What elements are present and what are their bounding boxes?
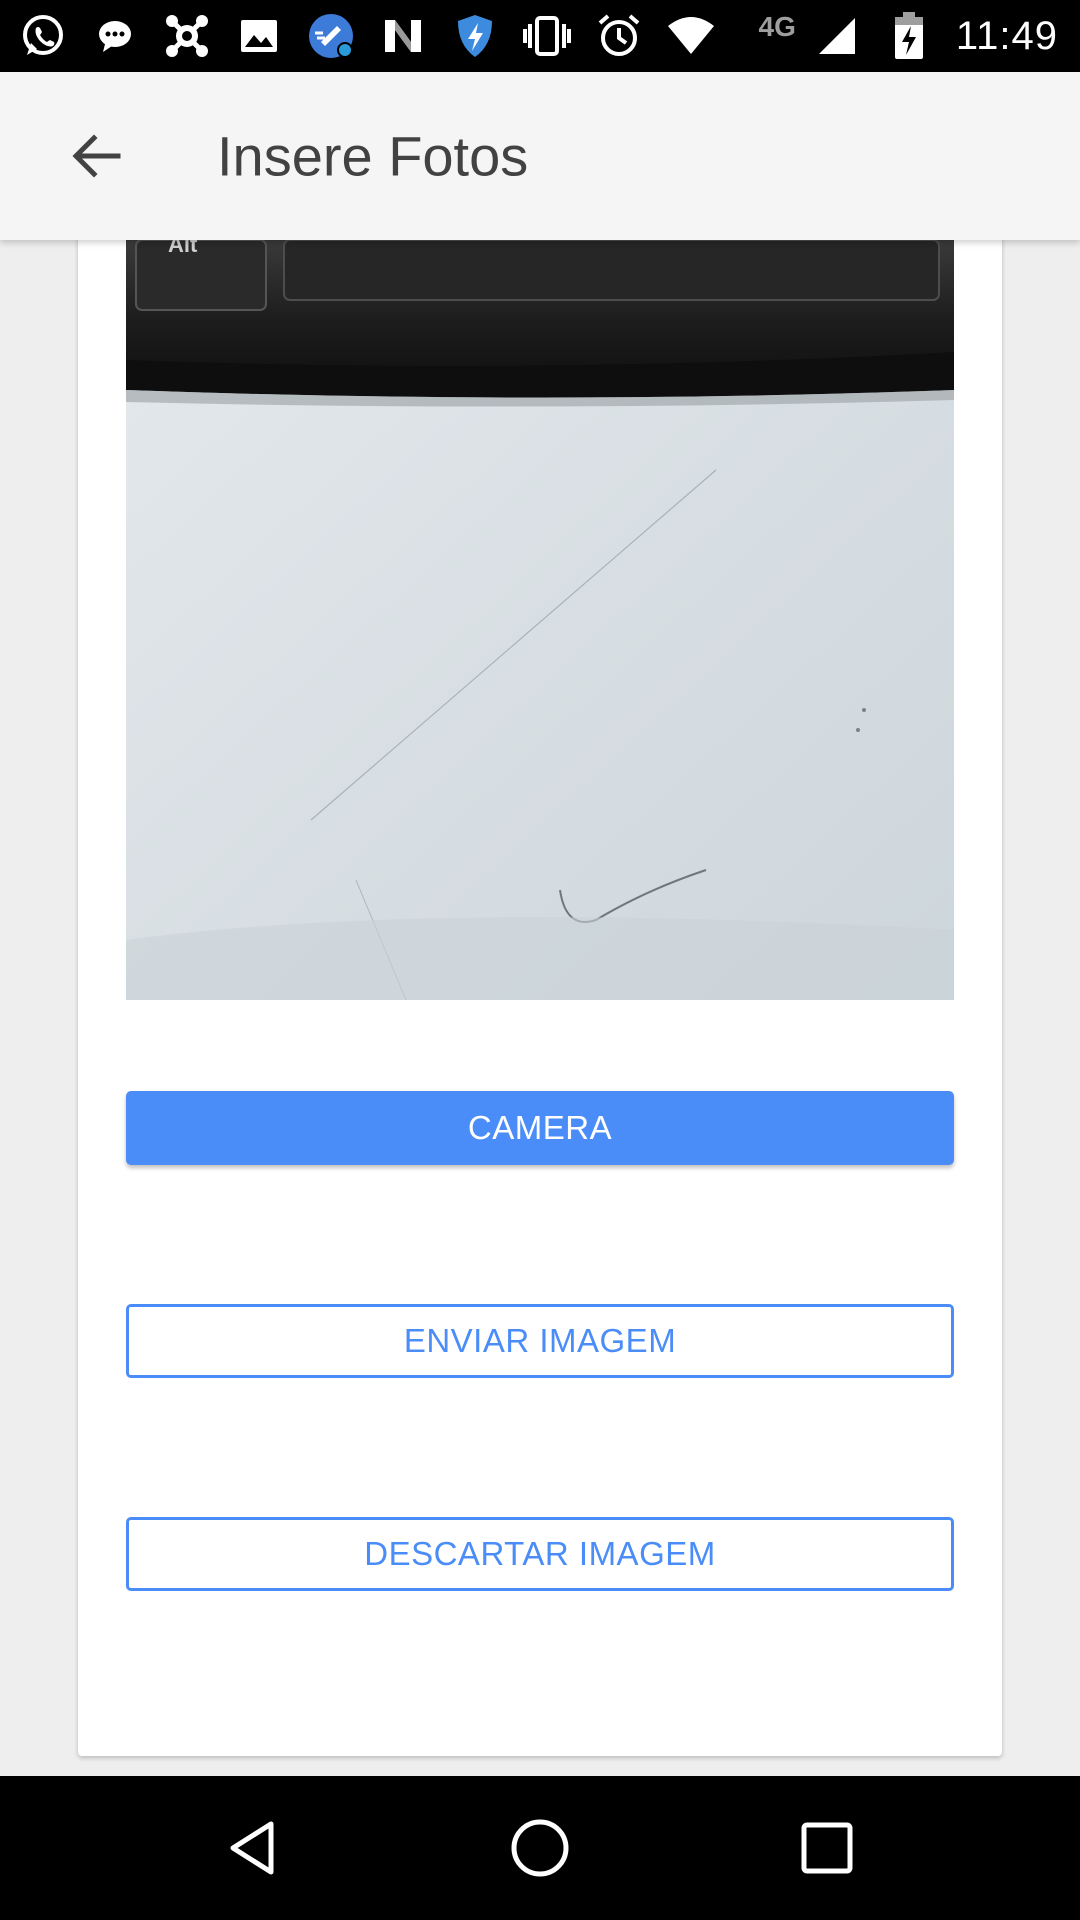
recents-square-icon bbox=[801, 1822, 853, 1874]
arrow-back-icon bbox=[72, 134, 121, 178]
whatsapp-icon bbox=[18, 11, 68, 61]
page-title: Insere Fotos bbox=[217, 124, 529, 188]
back-button[interactable] bbox=[62, 122, 130, 190]
nav-recents-button[interactable] bbox=[782, 1803, 872, 1893]
status-right: 4G 11:49 bbox=[759, 0, 1059, 72]
messaging-icon bbox=[90, 11, 140, 61]
notification-icons bbox=[18, 11, 716, 61]
home-circle-icon bbox=[511, 1819, 569, 1877]
photo-preview: Alt bbox=[126, 240, 954, 1000]
shield-icon bbox=[450, 11, 500, 61]
discard-image-button[interactable]: DESCARTAR IMAGEM bbox=[126, 1517, 954, 1591]
wifi-icon bbox=[666, 11, 716, 61]
gallery-icon bbox=[234, 11, 284, 61]
system-nav-bar bbox=[0, 1776, 1080, 1920]
alarm-icon bbox=[594, 11, 644, 61]
nav-back-button[interactable] bbox=[208, 1803, 298, 1893]
send-image-button[interactable]: ENVIAR IMAGEM bbox=[126, 1304, 954, 1378]
signal-icon bbox=[812, 11, 862, 61]
n-app-icon bbox=[378, 11, 428, 61]
camera-button[interactable]: CAMERA bbox=[126, 1091, 954, 1165]
battery-charging-icon bbox=[884, 11, 934, 61]
app-bar: Insere Fotos bbox=[0, 72, 1080, 240]
clock: 11:49 bbox=[955, 13, 1058, 58]
cleaner-icon bbox=[306, 11, 356, 61]
nav-home-button[interactable] bbox=[495, 1803, 585, 1893]
photo-image bbox=[126, 240, 954, 1000]
status-bar: 4G 11:49 bbox=[0, 0, 1080, 72]
network-type: 4G bbox=[758, 11, 796, 42]
avast-icon bbox=[162, 11, 212, 61]
back-triangle-icon bbox=[230, 1821, 274, 1875]
vibrate-icon bbox=[522, 11, 572, 61]
keyboard-key-label: Alt bbox=[168, 240, 198, 257]
